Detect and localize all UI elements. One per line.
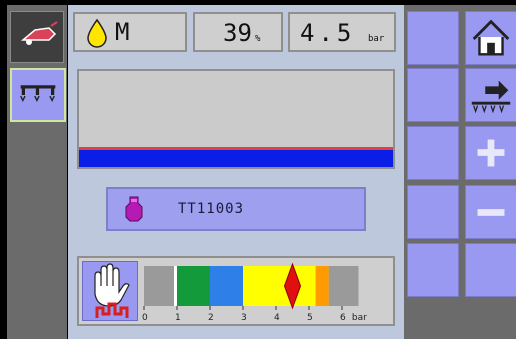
gauge-tick-label-0: 0 — [142, 313, 148, 323]
boom-sections-button[interactable] — [10, 68, 66, 122]
right-blank-button-1[interactable] — [407, 11, 459, 65]
right-blank-button-3[interactable] — [407, 126, 459, 180]
gauge-zone-3 — [243, 266, 316, 306]
safety-glove-icon — [94, 263, 130, 318]
right-blank-button-2[interactable] — [407, 68, 459, 122]
spray-coverage-display — [77, 69, 395, 169]
sprayer-view-button[interactable] — [10, 11, 64, 63]
gauge-zone-5 — [328, 266, 359, 306]
main-panel: M 39 % 4.5 bar TT11003 0 1 2 3 4 5 6 bar — [68, 5, 404, 339]
safety-glove-button[interactable] — [82, 261, 138, 321]
right-blank-button-5[interactable] — [407, 243, 459, 297]
pressure-display: 4.5 bar — [288, 12, 396, 52]
gauge-separator — [174, 266, 177, 306]
gauge-zone-0 — [144, 266, 177, 306]
nozzle-label: TT11003 — [178, 201, 245, 217]
home-button[interactable] — [465, 11, 516, 65]
pressure-value: 4.5 — [300, 19, 356, 47]
boom-sections-icon — [20, 85, 56, 102]
right-blank-button-6[interactable] — [465, 243, 516, 297]
gauge-tick-label-2: 2 — [208, 313, 214, 323]
flow-percent-unit: % — [255, 34, 261, 44]
gauge-zone-2 — [210, 266, 243, 306]
boom-arrow-icon — [471, 80, 511, 114]
nozzle-select-button[interactable]: TT11003 — [106, 187, 366, 231]
gauge-tick-label-3: 3 — [241, 313, 247, 323]
increase-button[interactable] — [465, 126, 516, 180]
gauge-unit-label: bar — [352, 313, 367, 323]
flow-percent-value: 39 — [223, 19, 252, 47]
gauge-zone-4 — [315, 266, 329, 306]
sprayer-screen: M 39 % 4.5 bar TT11003 0 1 2 3 4 5 6 bar — [0, 0, 516, 339]
sprayer-tractor-icon — [20, 21, 58, 45]
droplet-icon — [87, 18, 107, 48]
plus-icon — [477, 139, 505, 167]
flow-percent-display: 39 % — [193, 12, 283, 52]
decrease-button[interactable] — [465, 185, 516, 239]
home-icon — [472, 19, 510, 56]
gauge-zone-1 — [177, 266, 210, 306]
pressure-gauge-panel: 0 1 2 3 4 5 6 bar — [77, 256, 395, 326]
boom-control-button[interactable] — [465, 68, 516, 122]
right-panel — [404, 5, 516, 339]
left-panel — [7, 5, 67, 339]
gauge-tick-label-6: 6 — [340, 313, 346, 323]
pressure-unit: bar — [368, 34, 385, 44]
minus-icon — [477, 209, 505, 216]
gauge-tick-label-4: 4 — [274, 313, 280, 323]
pressure-gauge: 0 1 2 3 4 5 6 bar — [142, 262, 367, 323]
nozzle-purple-icon — [125, 196, 143, 222]
mode-letter: M — [115, 18, 130, 46]
right-blank-button-4[interactable] — [407, 185, 459, 239]
gauge-tick-label-5: 5 — [307, 313, 313, 323]
mode-display: M — [73, 12, 187, 52]
coverage-blue-bar — [79, 150, 393, 167]
gauge-tick-label-1: 1 — [175, 313, 181, 323]
